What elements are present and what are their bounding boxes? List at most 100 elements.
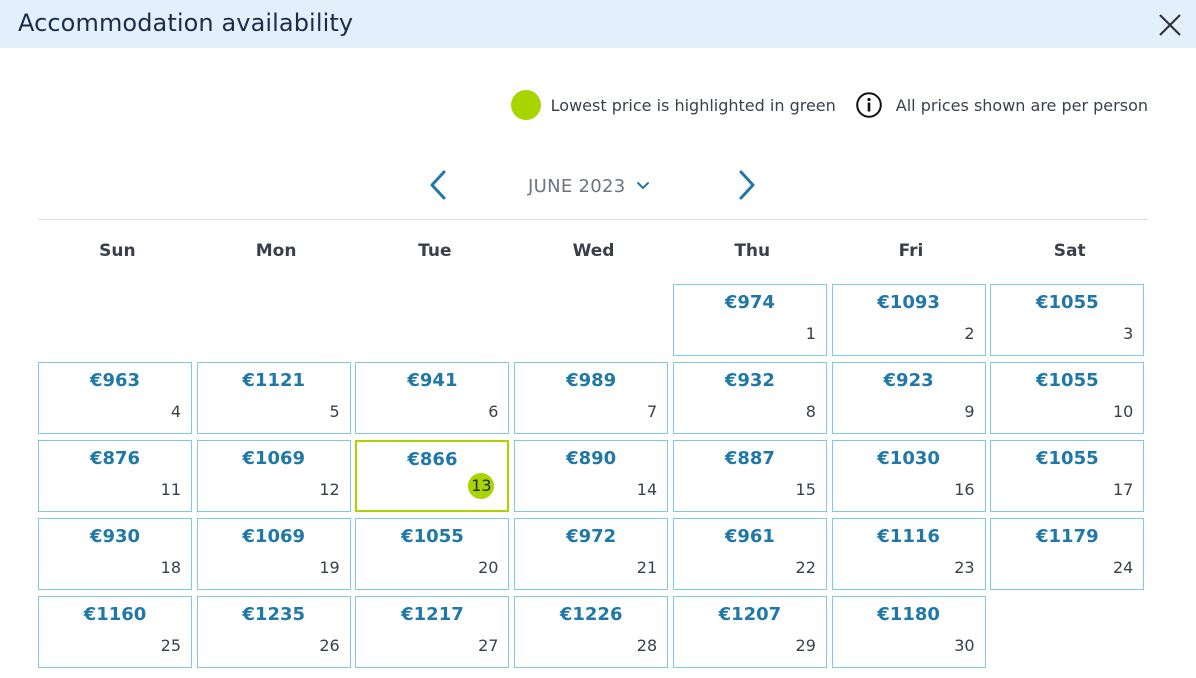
close-icon[interactable] [1157, 12, 1183, 38]
info-icon [855, 92, 882, 118]
day-price: €1055 [1036, 370, 1099, 391]
calendar-slot: €1160 25 [38, 596, 197, 674]
day-price: €941 [407, 370, 458, 391]
day-price: €1116 [877, 526, 940, 547]
day-number: 10 [1112, 402, 1134, 421]
day-price: €1179 [1036, 526, 1099, 547]
calendar-slot: €866 13 [355, 440, 514, 518]
calendar-day-lowest-price[interactable]: €866 13 [355, 440, 510, 512]
calendar-day[interactable]: €1069 12 [196, 440, 351, 512]
day-price: €972 [566, 526, 617, 547]
calendar-day[interactable]: €972 21 [514, 518, 669, 590]
calendar-day[interactable]: €1069 19 [196, 518, 351, 590]
weekday-label: Sun [99, 241, 136, 261]
calendar-slot: €930 18 [38, 518, 197, 596]
calendar-weeks: €974 1 €1093 2 €1055 3 €963 4 €1121 5 €941 6 €989 7 €9… [38, 284, 1149, 674]
day-price: €963 [89, 370, 141, 391]
day-price: €930 [89, 526, 141, 547]
calendar-slot: €1121 5 [196, 362, 356, 440]
day-price: €1055 [1036, 448, 1099, 469]
day-number: 12 [319, 480, 340, 499]
day-price: €1160 [83, 604, 147, 625]
calendar-day[interactable]: €1055 17 [990, 440, 1145, 512]
day-number: 13 [468, 473, 495, 499]
dialog-title: Accommodation availability [18, 9, 354, 37]
calendar-day[interactable]: €1207 29 [672, 596, 827, 668]
calendar-day[interactable]: €890 14 [514, 440, 669, 512]
calendar-day[interactable]: €887 15 [672, 440, 827, 512]
day-number: 14 [636, 480, 658, 499]
day-price: €866 [407, 449, 458, 470]
weekday-label: Wed [572, 241, 615, 261]
calendar-slot [197, 284, 356, 362]
weekday-label: Tue [418, 241, 452, 261]
weekday-header: Sun Mon Tue Wed Thu Fri Sat [38, 231, 1149, 271]
calendar-day[interactable]: €1093 2 [831, 284, 986, 356]
calendar-day[interactable]: €941 6 [355, 362, 510, 434]
day-number: 7 [646, 402, 658, 421]
legend: Lowest price is highlighted in green All… [510, 89, 1148, 121]
day-number: 9 [964, 402, 975, 421]
day-number: 30 [954, 636, 975, 655]
calendar-day[interactable]: €930 18 [38, 518, 192, 590]
calendar-slot: €989 7 [514, 362, 673, 440]
day-number: 15 [795, 480, 816, 499]
weekday-label: Sat [1053, 241, 1086, 261]
calendar-slot [990, 596, 1149, 674]
calendar-day[interactable]: €1055 10 [990, 362, 1145, 434]
calendar-day[interactable]: €923 9 [831, 362, 986, 434]
legend-lowest-text: Lowest price is highlighted in green [550, 95, 836, 115]
calendar-day[interactable]: €1180 30 [831, 596, 986, 668]
calendar-slot: €932 8 [672, 362, 832, 440]
day-price: €876 [89, 448, 141, 469]
day-number: 22 [795, 558, 816, 577]
calendar-slot: €1116 23 [831, 518, 991, 596]
calendar-slot: €1179 24 [990, 518, 1149, 596]
day-number: 18 [160, 558, 181, 577]
calendar-day[interactable]: €1235 26 [196, 596, 351, 668]
calendar-slot: €890 14 [514, 440, 673, 518]
legend-per-person-text: All prices shown are per person [895, 95, 1148, 115]
day-price: €1207 [718, 604, 782, 625]
day-price: €1235 [242, 604, 306, 625]
calendar-day[interactable]: €989 7 [514, 362, 669, 434]
calendar-slot: €1217 27 [355, 596, 514, 674]
calendar-day[interactable]: €974 1 [672, 284, 827, 356]
day-price: €932 [724, 370, 775, 391]
calendar-day[interactable]: €1030 16 [831, 440, 986, 512]
month-select[interactable]: JUNE 2023 [528, 172, 650, 200]
calendar-day[interactable]: €876 11 [38, 440, 192, 512]
day-number: 28 [636, 636, 658, 655]
day-price: €1226 [559, 604, 623, 625]
calendar-week: €963 4 €1121 5 €941 6 €989 7 €932 8 €923 9 €1055 10 [38, 362, 1149, 440]
day-price: €1217 [401, 604, 464, 625]
calendar-day[interactable]: €963 4 [38, 362, 192, 434]
calendar-day[interactable]: €1121 5 [196, 362, 351, 434]
calendar-day[interactable]: €1055 3 [990, 284, 1145, 356]
calendar-day[interactable]: €1055 20 [355, 518, 510, 590]
green-dot-icon [510, 90, 541, 120]
day-number: 1 [805, 324, 816, 343]
calendar-day[interactable]: €1217 27 [355, 596, 510, 668]
day-number: 24 [1112, 558, 1134, 577]
calendar-day[interactable]: €1226 28 [514, 596, 669, 668]
calendar-day[interactable]: €1160 25 [38, 596, 192, 668]
chevron-right-icon[interactable] [735, 168, 759, 202]
calendar-grid: Sun Mon Tue Wed Thu Fri Sat €974 1 €1093 2 €… [38, 231, 1149, 674]
month-navigation: JUNE 2023 [0, 166, 1196, 204]
calendar-day[interactable]: €932 8 [672, 362, 827, 434]
divider [38, 219, 1148, 220]
calendar-slot: €963 4 [38, 362, 197, 440]
calendar-slot [38, 284, 197, 362]
month-label: JUNE 2023 [528, 175, 626, 197]
day-price: €1069 [242, 448, 306, 469]
day-number: 11 [160, 480, 181, 499]
day-price: €887 [724, 448, 775, 469]
day-price: €974 [724, 292, 775, 313]
calendar-day[interactable]: €1179 24 [990, 518, 1145, 590]
day-number: 29 [795, 636, 816, 655]
weekday-label: Thu [734, 241, 771, 261]
calendar-day[interactable]: €961 22 [672, 518, 827, 590]
chevron-left-icon[interactable] [426, 168, 450, 202]
calendar-day[interactable]: €1116 23 [831, 518, 986, 590]
